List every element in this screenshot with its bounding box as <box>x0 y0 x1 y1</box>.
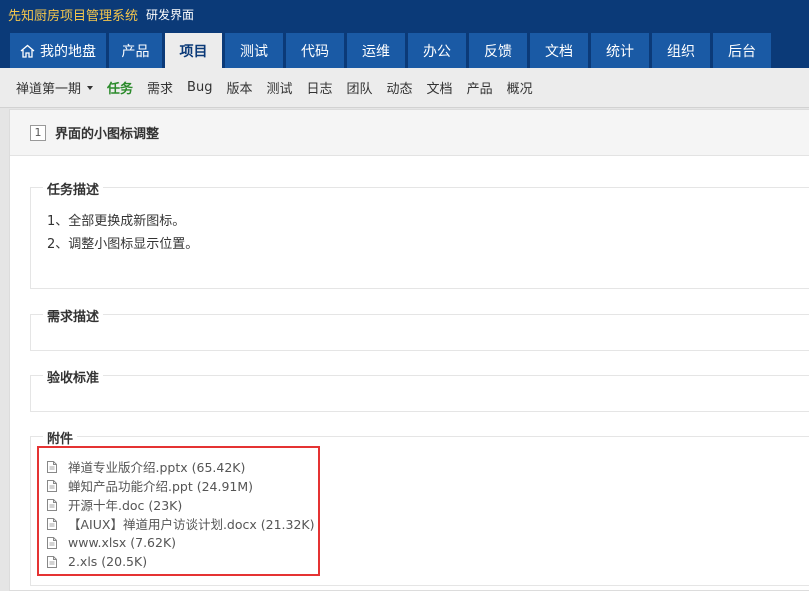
task-description: 1、全部更换成新图标。 2、调整小图标显示位置。 <box>47 210 198 256</box>
nav-test[interactable]: 测试 <box>225 33 283 68</box>
nav-docs[interactable]: 文档 <box>530 33 588 68</box>
subnav-build[interactable]: 版本 <box>226 78 252 97</box>
brand: 先知厨房项目管理系统 研发界面 <box>8 4 194 24</box>
section-title: 需求描述 <box>43 306 104 325</box>
nav-stats[interactable]: 统计 <box>591 33 649 68</box>
subnav-log[interactable]: 日志 <box>307 78 333 97</box>
nav-label: 办公 <box>423 43 451 60</box>
description-line: 2、调整小图标显示位置。 <box>47 237 199 252</box>
subnav-team[interactable]: 团队 <box>347 78 373 97</box>
nav-project[interactable]: 项目 <box>165 33 222 68</box>
chevron-down-icon <box>87 85 94 90</box>
nav-code[interactable]: 代码 <box>286 33 344 68</box>
task-title-bar: 1 界面的小图标调整 <box>10 110 809 156</box>
nav-label: 运维 <box>362 43 390 60</box>
nav-label: 我的地盘 <box>40 43 96 60</box>
home-icon <box>20 44 35 58</box>
story-description-section: 需求描述 <box>30 306 809 351</box>
nav-admin[interactable]: 后台 <box>713 33 771 68</box>
subnav-overview[interactable]: 概况 <box>507 78 533 97</box>
verify-section: 验收标准 <box>30 367 809 412</box>
subnav-task[interactable]: 任务 <box>107 78 133 97</box>
task-title: 界面的小图标调整 <box>55 127 160 142</box>
annotation-highlight-box <box>37 446 320 576</box>
nav-label: 统计 <box>606 43 634 60</box>
section-title: 附件 <box>43 428 78 447</box>
nav-product[interactable]: 产品 <box>109 33 162 68</box>
nav-feedback[interactable]: 反馈 <box>469 33 527 68</box>
nav-ops[interactable]: 运维 <box>347 33 405 68</box>
nav-label: 项目 <box>179 43 208 60</box>
subnav-story[interactable]: 需求 <box>147 78 173 97</box>
top-header: 先知厨房项目管理系统 研发界面 我的地盘 产品 项目 测试 代码 运维 办公 反… <box>0 0 809 68</box>
nav-office[interactable]: 办公 <box>408 33 466 68</box>
nav-label: 后台 <box>728 43 756 60</box>
nav-org[interactable]: 组织 <box>652 33 710 68</box>
project-name: 禅道第一期 <box>16 82 82 97</box>
task-description-section: 任务描述 1、全部更换成新图标。 2、调整小图标显示位置。 <box>30 179 809 289</box>
nav-label: 组织 <box>667 43 695 60</box>
app-name[interactable]: 先知厨房项目管理系统 <box>8 5 138 24</box>
section-title: 任务描述 <box>43 179 104 198</box>
project-selector[interactable]: 禅道第一期 <box>16 78 94 97</box>
subnav-bug[interactable]: Bug <box>187 80 212 95</box>
subnav-test[interactable]: 测试 <box>266 78 292 97</box>
nav-label: 代码 <box>301 43 329 60</box>
nav-label: 测试 <box>240 43 268 60</box>
app-subtitle: 研发界面 <box>146 7 195 22</box>
nav-label: 反馈 <box>484 43 512 60</box>
task-id-badge: 1 <box>30 124 46 141</box>
description-line: 1、全部更换成新图标。 <box>47 214 186 229</box>
nav-label: 产品 <box>121 43 150 60</box>
subnav-doc[interactable]: 文档 <box>427 78 453 97</box>
subnav-dynamic[interactable]: 动态 <box>387 78 413 97</box>
nav-label: 文档 <box>545 43 573 60</box>
main-nav: 我的地盘 产品 项目 测试 代码 运维 办公 反馈 文档 统计 组织 后台 <box>10 33 774 68</box>
section-title: 验收标准 <box>43 367 104 386</box>
subnav-product[interactable]: 产品 <box>467 78 493 97</box>
sub-nav: 禅道第一期 任务 需求 Bug 版本 测试 日志 团队 动态 文档 产品 概况 <box>0 68 809 108</box>
nav-my-dashboard[interactable]: 我的地盘 <box>10 33 106 68</box>
